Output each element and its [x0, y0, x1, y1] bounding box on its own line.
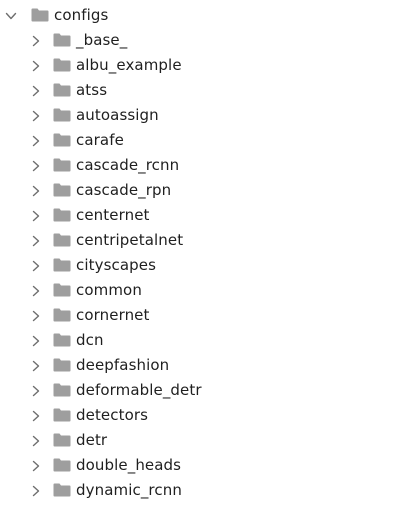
chevron-right-icon[interactable]: [30, 209, 42, 223]
folder-icon: [53, 433, 71, 447]
tree-children: _base_ albu_exampleatss autoassign carafe ca…: [0, 28, 410, 503]
tree-item-label: cascade_rpn: [76, 181, 172, 199]
chevron-right-icon[interactable]: [30, 334, 42, 348]
tree-item-detectors[interactable]: detectors: [0, 403, 410, 428]
chevron-right-icon[interactable]: [30, 259, 42, 273]
tree-item-label: cascade_rcnn: [76, 156, 180, 174]
folder-icon: [53, 408, 71, 422]
tree-item-albu-example[interactable]: albu_example: [0, 53, 410, 78]
tree-item-detr[interactable]: detr: [0, 428, 410, 453]
folder-icon: [53, 133, 71, 147]
tree-item-label: carafe: [76, 131, 124, 149]
chevron-right-icon[interactable]: [30, 34, 42, 48]
chevron-right-icon[interactable]: [30, 409, 42, 423]
folder-icon: [53, 308, 71, 322]
folder-icon: [31, 8, 49, 22]
tree-item-double-heads[interactable]: double_heads: [0, 453, 410, 478]
chevron-right-icon[interactable]: [30, 134, 42, 148]
tree-item-cornernet[interactable]: cornernet: [0, 303, 410, 328]
chevron-right-icon[interactable]: [30, 59, 42, 73]
chevron-right-icon[interactable]: [30, 159, 42, 173]
chevron-right-icon[interactable]: [30, 359, 42, 373]
chevron-right-icon[interactable]: [30, 309, 42, 323]
tree-item-cityscapes[interactable]: cityscapes: [0, 253, 410, 278]
tree-item-deformable-detr[interactable]: deformable_detr: [0, 378, 410, 403]
tree-item-autoassign[interactable]: autoassign: [0, 103, 410, 128]
folder-icon: [53, 283, 71, 297]
folder-icon: [53, 208, 71, 222]
chevron-right-icon[interactable]: [30, 384, 42, 398]
folder-icon: [53, 158, 71, 172]
chevron-right-icon[interactable]: [30, 284, 42, 298]
tree-item-label: common: [76, 281, 142, 299]
folder-icon: [53, 333, 71, 347]
tree-item-cascade-rcnn[interactable]: cascade_rcnn: [0, 153, 410, 178]
folder-icon: [53, 108, 71, 122]
folder-icon: [53, 33, 71, 47]
folder-icon: [53, 183, 71, 197]
tree-item-label: autoassign: [76, 106, 159, 124]
tree-item-dcn[interactable]: dcn: [0, 328, 410, 353]
tree-item-label: deepfashion: [76, 356, 170, 374]
tree-item-label: albu_example: [76, 56, 182, 74]
project-tree: configs _base_ albu_exampleatss autoassign…: [0, 3, 410, 503]
tree-item-label: dynamic_rcnn: [76, 481, 182, 499]
tree-item-common[interactable]: common: [0, 278, 410, 303]
tree-item-configs[interactable]: configs: [0, 3, 410, 28]
folder-icon: [53, 258, 71, 272]
folder-icon: [53, 233, 71, 247]
tree-item-centripetalnet[interactable]: centripetalnet: [0, 228, 410, 253]
chevron-down-icon[interactable]: [5, 9, 17, 23]
folder-icon: [53, 58, 71, 72]
tree-item-dynamic-rcnn[interactable]: dynamic_rcnn: [0, 478, 410, 503]
tree-item-label: _base_: [76, 31, 128, 49]
tree-item-label: centripetalnet: [76, 231, 184, 249]
tree-item-atss[interactable]: atss: [0, 78, 410, 103]
tree-item-label: double_heads: [76, 456, 182, 474]
tree-item-label: deformable_detr: [76, 381, 202, 399]
chevron-right-icon[interactable]: [30, 234, 42, 248]
tree-item-label: configs: [54, 6, 109, 24]
chevron-right-icon[interactable]: [30, 184, 42, 198]
tree-item-label: dcn: [76, 331, 104, 349]
chevron-right-icon[interactable]: [30, 84, 42, 98]
folder-icon: [53, 383, 71, 397]
folder-icon: [53, 83, 71, 97]
tree-item-label: detectors: [76, 406, 149, 424]
chevron-right-icon[interactable]: [30, 459, 42, 473]
tree-item-base[interactable]: _base_: [0, 28, 410, 53]
chevron-right-icon[interactable]: [30, 484, 42, 498]
tree-item-label: centernet: [76, 206, 150, 224]
tree-item-centernet[interactable]: centernet: [0, 203, 410, 228]
chevron-right-icon[interactable]: [30, 434, 42, 448]
folder-icon: [53, 458, 71, 472]
tree-item-deepfashion[interactable]: deepfashion: [0, 353, 410, 378]
tree-item-label: detr: [76, 431, 108, 449]
chevron-right-icon[interactable]: [30, 109, 42, 123]
folder-icon: [53, 358, 71, 372]
tree-item-label: cornernet: [76, 306, 150, 324]
folder-icon: [53, 483, 71, 497]
tree-item-carafe[interactable]: carafe: [0, 128, 410, 153]
tree-item-label: atss: [76, 81, 108, 99]
tree-item-label: cityscapes: [76, 256, 156, 274]
tree-item-cascade-rpn[interactable]: cascade_rpn: [0, 178, 410, 203]
